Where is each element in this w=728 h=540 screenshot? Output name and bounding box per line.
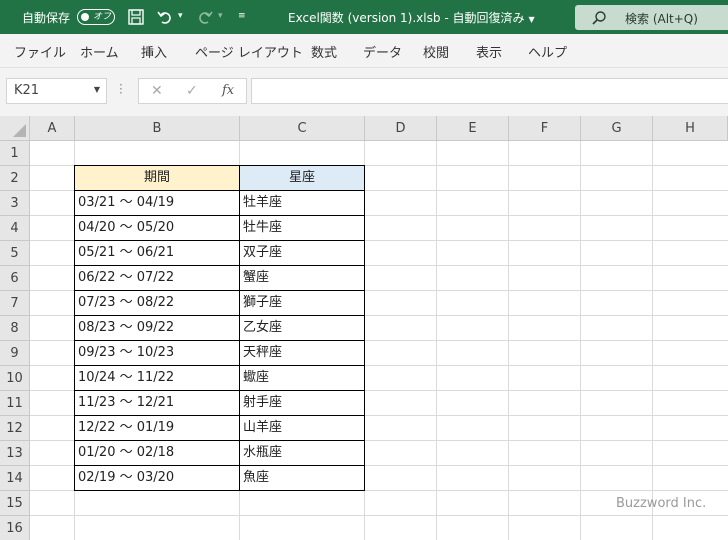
table-cell-sign[interactable]: 山羊座	[239, 415, 365, 441]
row-header[interactable]: 12	[0, 416, 30, 441]
table-cell-period[interactable]: 08/23 ～ 09/22	[74, 315, 240, 341]
table-cell-period[interactable]: 01/20 ～ 02/18	[74, 440, 240, 466]
column-header-d[interactable]: D	[365, 116, 437, 141]
chevron-down-icon: ▼	[93, 85, 100, 94]
enter-icon[interactable]: ✓	[186, 83, 198, 99]
table-cell-period[interactable]: 06/22 ～ 07/22	[74, 265, 240, 291]
tab-data[interactable]: データ	[363, 42, 402, 61]
gridline	[30, 515, 728, 516]
name-box-value: K21	[14, 83, 40, 98]
table-cell-period[interactable]: 12/22 ～ 01/19	[74, 415, 240, 441]
document-title[interactable]: Excel関数 (version 1).xlsb - 自動回復済み ▼	[288, 9, 535, 26]
document-name: Excel関数 (version 1).xlsb	[288, 11, 441, 25]
table-cell-period[interactable]: 11/23 ～ 12/21	[74, 390, 240, 416]
customize-toolbar-icon[interactable]: ≡	[238, 11, 246, 21]
save-status: 自動回復済み	[452, 11, 525, 25]
chevron-down-icon: ▼	[528, 15, 535, 24]
title-bar: 自動保存 オフ ▾ ▾ ≡ Excel関数 (version 1).xlsb -…	[0, 0, 728, 34]
table-cell-sign[interactable]: 乙女座	[239, 315, 365, 341]
column-header-a[interactable]: A	[30, 116, 75, 141]
name-box[interactable]: K21 ▼	[6, 78, 107, 104]
row-header[interactable]: 11	[0, 391, 30, 416]
table-cell-sign[interactable]: 射手座	[239, 390, 365, 416]
redo-dropdown-icon[interactable]: ▾	[218, 11, 223, 21]
table-cell-period[interactable]: 05/21 ～ 06/21	[74, 240, 240, 266]
table-cell-sign[interactable]: 蟹座	[239, 265, 365, 291]
row-header[interactable]: 10	[0, 366, 30, 391]
row-header[interactable]: 13	[0, 441, 30, 466]
tab-view[interactable]: 表示	[476, 42, 502, 61]
undo-icon[interactable]	[156, 8, 174, 26]
column-header-g[interactable]: G	[581, 116, 653, 141]
row-header[interactable]: 9	[0, 341, 30, 366]
formula-bar: K21 ▼ · · · ✕ ✓ fx	[0, 68, 728, 116]
row-header[interactable]: 5	[0, 241, 30, 266]
save-icon[interactable]	[127, 8, 145, 26]
insert-function-icon[interactable]: fx	[222, 83, 234, 98]
table-cell-sign[interactable]: 蠍座	[239, 365, 365, 391]
tab-review[interactable]: 校閲	[423, 42, 449, 61]
select-all-button[interactable]	[0, 116, 30, 141]
search-placeholder: 検索 (Alt+Q)	[625, 12, 698, 26]
tab-file[interactable]: ファイル	[14, 42, 66, 61]
table-header-constellation[interactable]: 星座	[239, 165, 365, 191]
search-box[interactable]: 検索 (Alt+Q)	[575, 5, 728, 30]
tab-home[interactable]: ホーム	[80, 42, 119, 61]
column-header-e[interactable]: E	[437, 116, 509, 141]
row-header[interactable]: 4	[0, 216, 30, 241]
row-header[interactable]: 6	[0, 266, 30, 291]
row-header[interactable]: 3	[0, 191, 30, 216]
column-header-c[interactable]: C	[240, 116, 365, 141]
table-cell-sign[interactable]: 水瓶座	[239, 440, 365, 466]
tab-page-layout[interactable]: ページ レイアウト	[195, 42, 303, 61]
worksheet-grid[interactable]: A B C D E F G H 1 2 3 4 5 6 7 8 9 10 11 …	[0, 116, 728, 540]
toggle-knob	[81, 12, 89, 21]
undo-dropdown-icon[interactable]: ▾	[178, 11, 183, 21]
table-cell-sign[interactable]: 双子座	[239, 240, 365, 266]
table-cell-period[interactable]: 02/19 ～ 03/20	[74, 465, 240, 491]
cancel-icon[interactable]: ✕	[151, 83, 163, 99]
table-cell-sign[interactable]: 牡牛座	[239, 215, 365, 241]
table-cell-period[interactable]: 09/23 ～ 10/23	[74, 340, 240, 366]
search-icon	[592, 11, 606, 25]
table-cell-period[interactable]: 07/23 ～ 08/22	[74, 290, 240, 316]
tab-formulas[interactable]: 数式	[311, 42, 337, 61]
row-header[interactable]: 15	[0, 491, 30, 516]
toggle-label: オフ	[93, 12, 112, 22]
formula-buttons: ✕ ✓ fx	[138, 78, 247, 104]
ribbon-tabs: ファイル ホーム 挿入 ページ レイアウト 数式 データ 校閲 表示 ヘルプ	[0, 34, 728, 68]
table-cell-sign[interactable]: 天秤座	[239, 340, 365, 366]
table-cell-sign[interactable]: 牡羊座	[239, 190, 365, 216]
autosave-label: 自動保存	[22, 11, 71, 25]
row-header[interactable]: 1	[0, 141, 30, 166]
row-header[interactable]: 16	[0, 516, 30, 540]
table-cell-period[interactable]: 10/24 ～ 11/22	[74, 365, 240, 391]
column-header-h[interactable]: H	[653, 116, 728, 141]
watermark: Buzzword Inc.	[616, 496, 707, 511]
row-header[interactable]: 7	[0, 291, 30, 316]
redo-icon[interactable]	[196, 8, 214, 26]
table-header-period[interactable]: 期間	[74, 165, 240, 191]
table-cell-period[interactable]: 03/21 ～ 04/19	[74, 190, 240, 216]
row-header[interactable]: 2	[0, 166, 30, 191]
autosave-toggle[interactable]: オフ	[77, 9, 115, 25]
tab-help[interactable]: ヘルプ	[528, 42, 567, 61]
row-header[interactable]: 8	[0, 316, 30, 341]
formula-input[interactable]	[251, 78, 728, 104]
table-cell-sign[interactable]: 魚座	[239, 465, 365, 491]
table-cell-sign[interactable]: 獅子座	[239, 290, 365, 316]
column-header-f[interactable]: F	[509, 116, 581, 141]
row-header[interactable]: 14	[0, 466, 30, 491]
tab-insert[interactable]: 挿入	[141, 42, 167, 61]
more-options-icon[interactable]: · · ·	[119, 79, 123, 99]
table-cell-period[interactable]: 04/20 ～ 05/20	[74, 215, 240, 241]
column-header-b[interactable]: B	[75, 116, 240, 141]
